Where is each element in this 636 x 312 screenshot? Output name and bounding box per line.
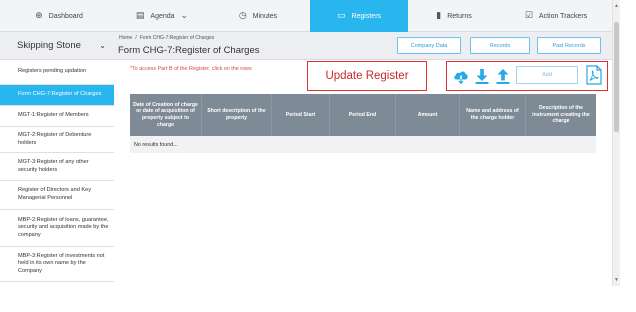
sidebar-item-label: MGT-1:Register of Members: [18, 112, 89, 119]
sidebar-item-mbp2[interactable]: MBP-2:Register of loans, guarantee, secu…: [0, 210, 114, 247]
tracker-icon: ☑: [524, 11, 533, 21]
sidebar-item-registers-pending[interactable]: Registers pending updation: [0, 60, 114, 85]
cloud-download-icon[interactable]: [452, 67, 470, 85]
sidebar-item-label: Registers pending updation: [18, 68, 87, 75]
nav-minutes-label: Minutes: [252, 12, 278, 20]
nav-returns[interactable]: ▮ Returns: [408, 0, 500, 32]
sidebar-item-mbp3[interactable]: MBP-3:Register of investments not held i…: [0, 247, 114, 282]
nav-minutes[interactable]: ◷ Minutes: [206, 0, 310, 32]
sidebar-item-label: MBP-2:Register of loans, guarantee, secu…: [18, 216, 109, 238]
past-records-button[interactable]: Past Records: [537, 37, 601, 54]
breadcrumb-home[interactable]: Home: [119, 35, 132, 41]
breadcrumb: Home / Form CHG-7:Register of Charges: [119, 35, 214, 41]
update-register-label: Update Register: [307, 61, 427, 91]
page-title: Form CHG-7:Register of Charges: [118, 45, 260, 56]
nav-agenda-label: Agenda: [150, 12, 175, 20]
column-header[interactable]: Date of Creation of charge or date of ac…: [130, 94, 202, 136]
chevron-down-icon: ⌄: [180, 11, 189, 21]
column-header[interactable]: Amount: [396, 94, 460, 136]
nav-action-trackers-label: Action Trackers: [538, 12, 588, 20]
records-button[interactable]: Records: [470, 37, 530, 54]
column-header[interactable]: Name and address of the charge holder: [460, 94, 526, 136]
sidebar-item-label: MGT-3:Register of any other security hol…: [18, 158, 89, 173]
access-notice: *To access Part B of the Register, click…: [130, 66, 252, 72]
upload-icon[interactable]: [494, 67, 512, 85]
agenda-icon: ▤: [135, 11, 145, 21]
scroll-thumb[interactable]: [614, 22, 619, 132]
sidebar-item-label: Register of Directors and Key Managerial…: [18, 187, 92, 201]
column-header[interactable]: Description of the instrument creating t…: [526, 94, 596, 136]
table-header: Date of Creation of charge or date of ac…: [130, 94, 596, 136]
sidebar-item-label: MBP-3:Register of investments not held i…: [18, 252, 105, 274]
top-nav: ⊕ Dashboard ▤ Agenda ⌄ ◷ Minutes ▭ Regis…: [0, 0, 612, 32]
sidebar-item-directors[interactable]: Register of Directors and Key Managerial…: [0, 181, 114, 210]
folder-icon: ▭: [336, 11, 346, 21]
empty-table-row: No results found...: [130, 136, 596, 153]
sidebar-item-mgt2[interactable]: MGT-2:Register of Debenture holders: [0, 127, 114, 153]
nav-registers-label: Registers: [351, 12, 382, 20]
scroll-down-icon[interactable]: ▼: [614, 277, 619, 283]
sidebar-item-mgt1[interactable]: MGT-1:Register of Members: [0, 106, 114, 127]
download-icon[interactable]: [473, 67, 491, 85]
nav-action-trackers[interactable]: ☑ Action Trackers: [500, 0, 612, 32]
empty-message: No results found...: [134, 141, 178, 148]
company-name: Skipping Stone: [17, 40, 81, 51]
nav-agenda[interactable]: ▤ Agenda ⌄: [118, 0, 206, 32]
update-register-text: Update Register: [325, 70, 409, 82]
register-actions: Add: [446, 61, 608, 91]
clock-icon: ◷: [238, 11, 247, 21]
nav-returns-label: Returns: [447, 12, 472, 20]
column-header[interactable]: Period End: [330, 94, 396, 136]
breadcrumb-current: Form CHG-7:Register of Charges: [139, 35, 215, 41]
sidebar-item-mgt3[interactable]: MGT-3:Register of any other security hol…: [0, 153, 114, 181]
column-header[interactable]: Period Start: [272, 94, 330, 136]
vertical-scrollbar[interactable]: ▲ ▼: [612, 0, 620, 286]
scroll-up-icon[interactable]: ▲: [614, 3, 619, 9]
document-icon: ▮: [436, 11, 442, 21]
company-data-button[interactable]: Company Data: [397, 37, 461, 54]
nav-dashboard[interactable]: ⊕ Dashboard: [0, 0, 118, 32]
pdf-icon[interactable]: [586, 65, 602, 85]
charges-table: Date of Creation of charge or date of ac…: [130, 94, 596, 153]
nav-dashboard-label: Dashboard: [48, 12, 83, 20]
dashboard-icon: ⊕: [35, 11, 43, 21]
company-selector[interactable]: Skipping Stone ⌄: [0, 32, 114, 60]
sidebar: Registers pending updation Form CHG-7:Re…: [0, 60, 114, 282]
page-header: Home / Form CHG-7:Register of Charges Form…: [114, 32, 612, 60]
add-button[interactable]: Add: [516, 66, 578, 84]
sidebar-item-label: Form CHG-7:Register of Charges: [18, 91, 102, 98]
column-header[interactable]: Short description of the property: [202, 94, 272, 136]
chevron-down-icon: ⌄: [99, 41, 106, 50]
nav-registers[interactable]: ▭ Registers: [310, 0, 408, 32]
breadcrumb-separator: /: [135, 35, 137, 41]
sidebar-item-chg7[interactable]: Form CHG-7:Register of Charges: [0, 85, 114, 106]
sidebar-item-label: MGT-2:Register of Debenture holders: [18, 131, 92, 146]
